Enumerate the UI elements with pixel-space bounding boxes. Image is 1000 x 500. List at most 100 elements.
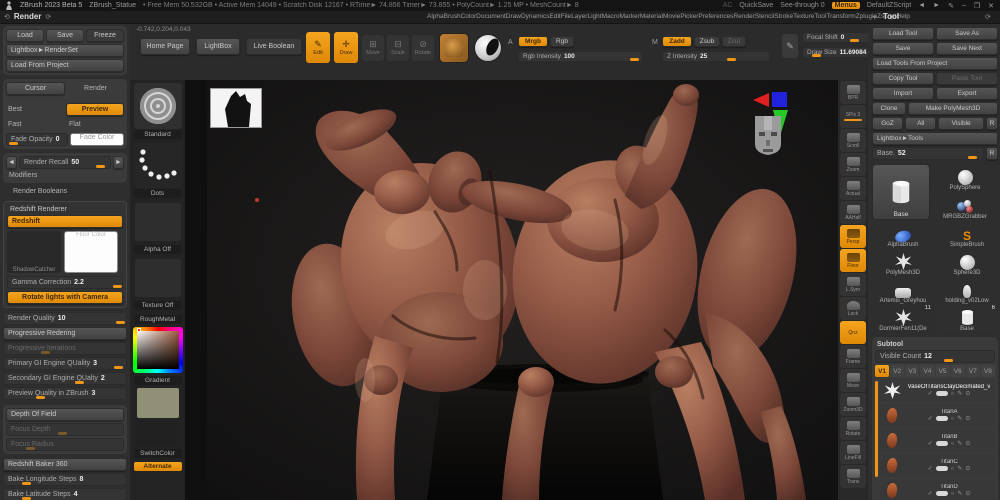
- minimize-button[interactable]: –: [962, 2, 967, 9]
- menu-marker[interactable]: Marker: [620, 13, 640, 20]
- rightshelf-frame[interactable]: Frame: [840, 345, 866, 368]
- color-picker[interactable]: [132, 327, 183, 373]
- rightshelf-linefill[interactable]: LineFill: [840, 441, 866, 464]
- mrgb-button[interactable]: Mrgb: [518, 36, 548, 47]
- brush-preview[interactable]: [439, 33, 469, 63]
- render-save-button[interactable]: Save: [46, 29, 84, 42]
- tab-v3[interactable]: V3: [905, 365, 920, 377]
- eye-icon[interactable]: ⊙: [965, 390, 970, 397]
- depth-of-field-section[interactable]: Depth Of Field: [6, 408, 124, 421]
- check-icon[interactable]: ✓: [928, 440, 933, 447]
- tab-v4[interactable]: V4: [920, 365, 935, 377]
- zcut-button[interactable]: Zcut: [722, 36, 746, 47]
- alpha-thumb[interactable]: [134, 203, 181, 241]
- goz-visible-button[interactable]: Visible: [938, 117, 984, 130]
- tool-r-button[interactable]: R: [986, 147, 998, 160]
- menu-texture[interactable]: Texture: [793, 13, 814, 20]
- preview-quality-slider[interactable]: Preview Quality in ZBrush 3: [3, 387, 127, 400]
- subtool-row-vase[interactable]: VaseOfTitansClayDecimated_v ✓ ○ ✎ ⊙: [880, 379, 995, 402]
- tool-item-alphabrush[interactable]: AlphaBrush: [872, 221, 934, 248]
- subtool-row-titand[interactable]: TitanD ✓ ○ ✎ ⊙: [880, 479, 995, 500]
- menu-document[interactable]: Document: [476, 13, 506, 20]
- rgb-button[interactable]: Rgb: [550, 36, 574, 47]
- subtool-row-titanb[interactable]: TitanB ✓ ○ ✎ ⊙: [880, 429, 995, 452]
- tool-inventory-slider[interactable]: Base. 52: [872, 147, 984, 160]
- circle-icon[interactable]: ○: [951, 491, 955, 497]
- eye-icon[interactable]: ⊙: [965, 490, 970, 497]
- lightbox-tools-button[interactable]: Lightbox►Tools: [872, 132, 998, 145]
- pencil-icon[interactable]: ✎: [957, 390, 962, 397]
- rightshelf-qnz[interactable]: Qnz: [840, 321, 866, 344]
- bake-latitude-slider[interactable]: Bake Latitude Steps 4: [3, 488, 127, 500]
- shadowcatcher-thumb[interactable]: ShadowCatcher: [7, 231, 61, 273]
- rightshelf-aahalf[interactable]: AAHalf: [840, 201, 866, 224]
- menu-brush[interactable]: Brush: [444, 13, 461, 20]
- alternate-button[interactable]: Alternate: [133, 462, 182, 471]
- render-freeze-button[interactable]: Freeze: [86, 29, 124, 42]
- tab-v5[interactable]: V5: [935, 365, 950, 377]
- preview-button[interactable]: Preview: [66, 103, 124, 116]
- goz-r-button[interactable]: R: [986, 117, 998, 130]
- menu-tool[interactable]: Tool: [814, 13, 826, 20]
- best-button[interactable]: Best: [6, 103, 64, 116]
- eye-icon[interactable]: ⊙: [965, 415, 970, 422]
- focus-radius-slider[interactable]: Focus Radius: [6, 438, 124, 451]
- rightshelf-spix[interactable]: SPix 3: [840, 105, 866, 128]
- switch-color-button[interactable]: SwitchColor: [133, 449, 182, 458]
- menu-dynamics[interactable]: Dynamics: [521, 13, 550, 20]
- modifiers-label[interactable]: Modifiers: [6, 169, 124, 180]
- paste-tool-button[interactable]: Paste Tool: [936, 72, 998, 85]
- tool-item-base[interactable]: 6 Base: [936, 305, 998, 332]
- render-quality-slider[interactable]: Render Quality 10: [3, 312, 127, 325]
- move-button[interactable]: ⊞ Move: [362, 35, 384, 61]
- toggle-pill[interactable]: [935, 491, 948, 496]
- tool-item-sphere3d[interactable]: Sphere3D: [936, 249, 998, 276]
- menu-macro[interactable]: Macro: [602, 13, 620, 20]
- tool-item-polysphere[interactable]: PolySphere: [932, 164, 998, 191]
- tab-v7[interactable]: V7: [965, 365, 980, 377]
- alpha-label[interactable]: Alpha Off: [133, 245, 182, 254]
- progressive-iterations-slider[interactable]: Progressive Iterations: [3, 342, 127, 355]
- check-icon[interactable]: ✓: [928, 415, 933, 422]
- save-next-button[interactable]: Save Next: [936, 42, 998, 55]
- floor-color-swatch[interactable]: Floor Color: [64, 231, 118, 273]
- zsub-button[interactable]: Zsub: [694, 36, 720, 47]
- close-button[interactable]: ✕: [988, 2, 995, 10]
- tool-item-simplebrush[interactable]: S SimpleBrush: [936, 221, 998, 248]
- save-button[interactable]: Save: [872, 42, 934, 55]
- rightshelf-persp[interactable]: Persp: [840, 225, 866, 248]
- menu-movie[interactable]: Movie: [663, 13, 680, 20]
- import-button[interactable]: Import: [872, 87, 934, 100]
- menu-file[interactable]: File: [561, 13, 571, 20]
- save-as-button[interactable]: Save As: [936, 27, 998, 40]
- tool-item-holding[interactable]: holding_v02Low: [936, 277, 998, 304]
- camera-gizmo[interactable]: [751, 88, 815, 160]
- see-through-slider[interactable]: See-through 0: [780, 2, 824, 9]
- rightshelf-lock[interactable]: Lock: [840, 297, 866, 320]
- rgb-intensity-slider[interactable]: Rgb Intensity 100: [518, 51, 643, 62]
- rightshelf-lsym[interactable]: L.Sym: [840, 273, 866, 296]
- current-tool-thumb[interactable]: Base: [872, 164, 930, 220]
- rotate-lights-button[interactable]: Rotate lights with Camera: [7, 291, 123, 304]
- subtool-scrollbar[interactable]: [875, 381, 878, 477]
- stroke-name-label[interactable]: Dots: [133, 189, 182, 198]
- make-polymesh3d-button[interactable]: Make PolyMesh3D: [908, 102, 998, 115]
- menus-button[interactable]: Menus: [831, 2, 860, 9]
- pencil-icon[interactable]: ✎: [957, 490, 962, 497]
- default-zscript-button[interactable]: DefaultZScript: [867, 2, 911, 9]
- visible-count-slider[interactable]: Visible Count 12: [875, 350, 995, 363]
- load-tools-from-project-button[interactable]: Load Tools From Project: [872, 57, 998, 70]
- rotate-button[interactable]: ⊘ Rotate: [412, 35, 434, 61]
- render-load-button[interactable]: Load: [6, 29, 44, 42]
- export-button[interactable]: Export: [936, 87, 998, 100]
- material-sphere[interactable]: [474, 34, 502, 62]
- check-icon[interactable]: ✓: [928, 465, 933, 472]
- palette-back-icon[interactable]: ⟲: [4, 13, 10, 21]
- tab-cursor[interactable]: Cursor: [6, 82, 65, 95]
- material-label[interactable]: RoughMetal: [133, 315, 182, 324]
- menu-preferences[interactable]: Preferences: [698, 13, 733, 20]
- fade-color-swatch[interactable]: Fade Color: [70, 133, 124, 146]
- fade-opacity-slider[interactable]: Fade Opacity 0: [6, 133, 68, 146]
- main-color-swatch[interactable]: [136, 388, 179, 418]
- circle-icon[interactable]: ○: [951, 441, 955, 447]
